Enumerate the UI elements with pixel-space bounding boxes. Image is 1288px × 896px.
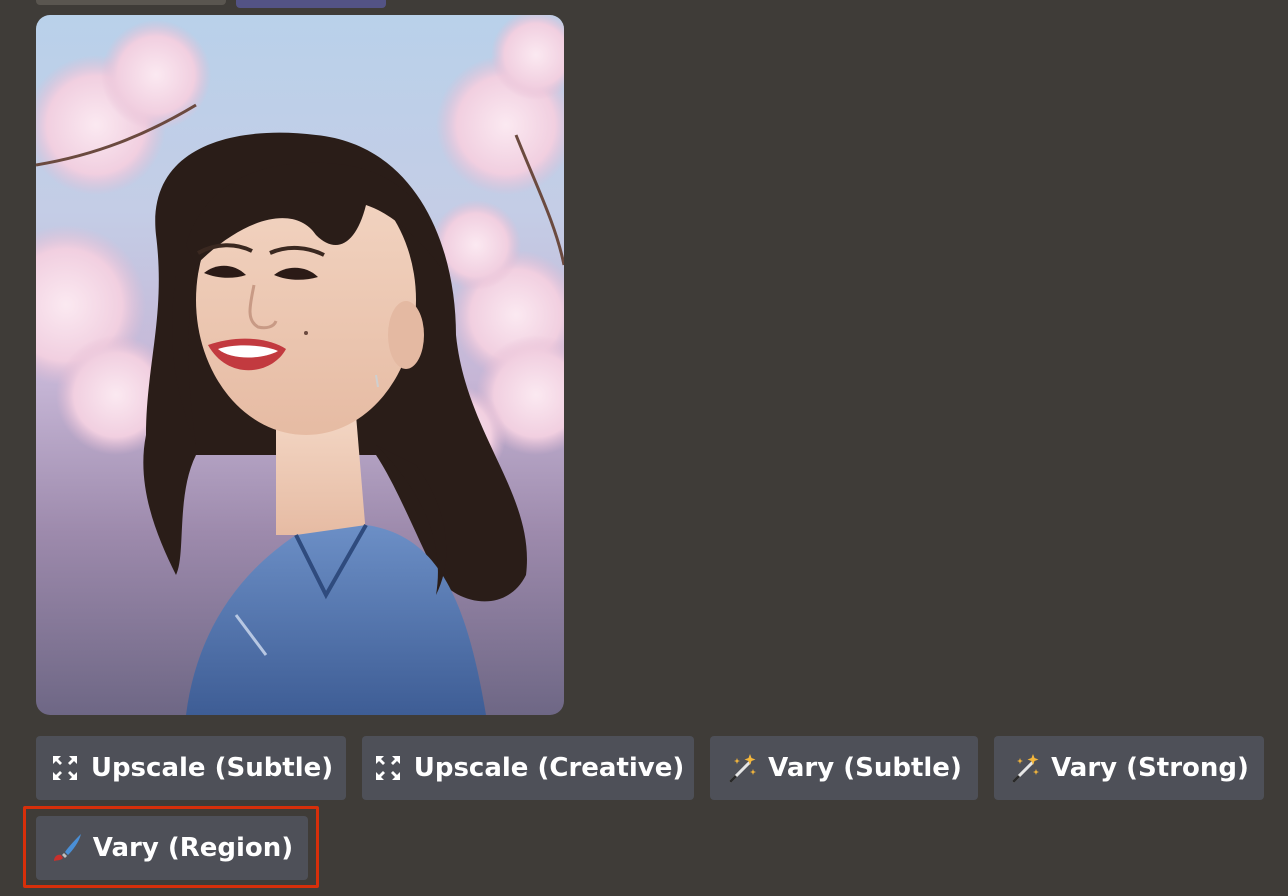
vary-region-button[interactable]: Vary (Region) — [36, 816, 308, 880]
upscale-subtle-label: Upscale (Subtle) — [90, 753, 334, 783]
magic-wand-icon — [1009, 752, 1041, 784]
vary-subtle-button[interactable]: Vary (Subtle) — [710, 736, 978, 800]
message-header-cut — [36, 0, 386, 8]
vary-strong-label: Vary (Strong) — [1051, 753, 1249, 783]
paintbrush-icon — [51, 832, 83, 864]
upscale-creative-label: Upscale (Creative) — [413, 753, 685, 783]
vary-region-label: Vary (Region) — [92, 833, 294, 863]
upscale-subtle-button[interactable]: Upscale (Subtle) — [36, 736, 346, 800]
portrait-illustration — [36, 15, 564, 715]
expand-arrows-icon — [372, 752, 404, 784]
author-line-cut — [36, 0, 226, 5]
vary-subtle-label: Vary (Subtle) — [768, 753, 962, 783]
magic-wand-icon — [726, 752, 758, 784]
generated-image[interactable] — [36, 15, 564, 715]
upscale-creative-button[interactable]: Upscale (Creative) — [362, 736, 694, 800]
vary-strong-button[interactable]: Vary (Strong) — [994, 736, 1264, 800]
user-mention[interactable] — [236, 0, 386, 8]
expand-arrows-icon — [49, 752, 81, 784]
